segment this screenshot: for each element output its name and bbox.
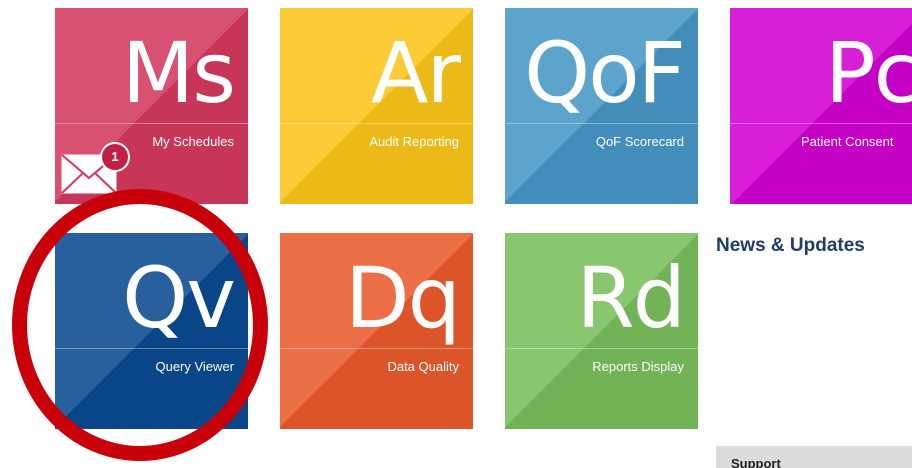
tile-label: Patient Consent <box>801 134 894 149</box>
support-panel[interactable]: Support <box>716 446 912 468</box>
tile-label: Data Quality <box>387 359 459 374</box>
tile-label: My Schedules <box>152 134 234 149</box>
tile-query-viewer[interactable]: Qv Query Viewer <box>55 233 248 429</box>
tile-qof-scorecard[interactable]: QoF QoF Scorecard <box>505 8 698 204</box>
tile-abbreviation: Ms <box>121 24 236 122</box>
tile-label: Query Viewer <box>155 359 234 374</box>
tile-divider <box>280 348 473 349</box>
tile-label: QoF Scorecard <box>595 134 684 149</box>
tile-data-quality[interactable]: Dq Data Quality <box>280 233 473 429</box>
tile-divider <box>55 123 248 124</box>
tile-divider <box>505 123 698 124</box>
tile-reports-display[interactable]: Rd Reports Display <box>505 233 698 429</box>
tile-divider <box>730 123 912 124</box>
tile-abbreviation: Dq <box>344 249 461 347</box>
support-label: Support <box>731 456 781 468</box>
tile-abbreviation: Rd <box>576 249 686 347</box>
tile-abbreviation: QoF <box>524 24 686 122</box>
tile-label: Reports Display <box>592 359 684 374</box>
tile-divider <box>505 348 698 349</box>
tile-divider <box>280 123 473 124</box>
tile-audit-reporting[interactable]: Ar Audit Reporting <box>280 8 473 204</box>
tile-divider <box>55 348 248 349</box>
notification-count-badge: 1 <box>100 142 130 172</box>
tile-label: Audit Reporting <box>369 134 459 149</box>
tile-abbreviation: Ar <box>371 24 461 122</box>
tile-abbreviation: Qv <box>122 249 236 347</box>
tile-patient-consent[interactable]: Pc Patient Consent <box>730 8 912 204</box>
tile-my-schedules[interactable]: Ms My Schedules 1 <box>55 8 248 204</box>
app-launcher: Ms My Schedules 1 Ar Audit Reporting QoF… <box>0 0 912 468</box>
tile-abbreviation: Pc <box>825 24 912 122</box>
news-updates-heading: News & Updates <box>716 235 865 256</box>
